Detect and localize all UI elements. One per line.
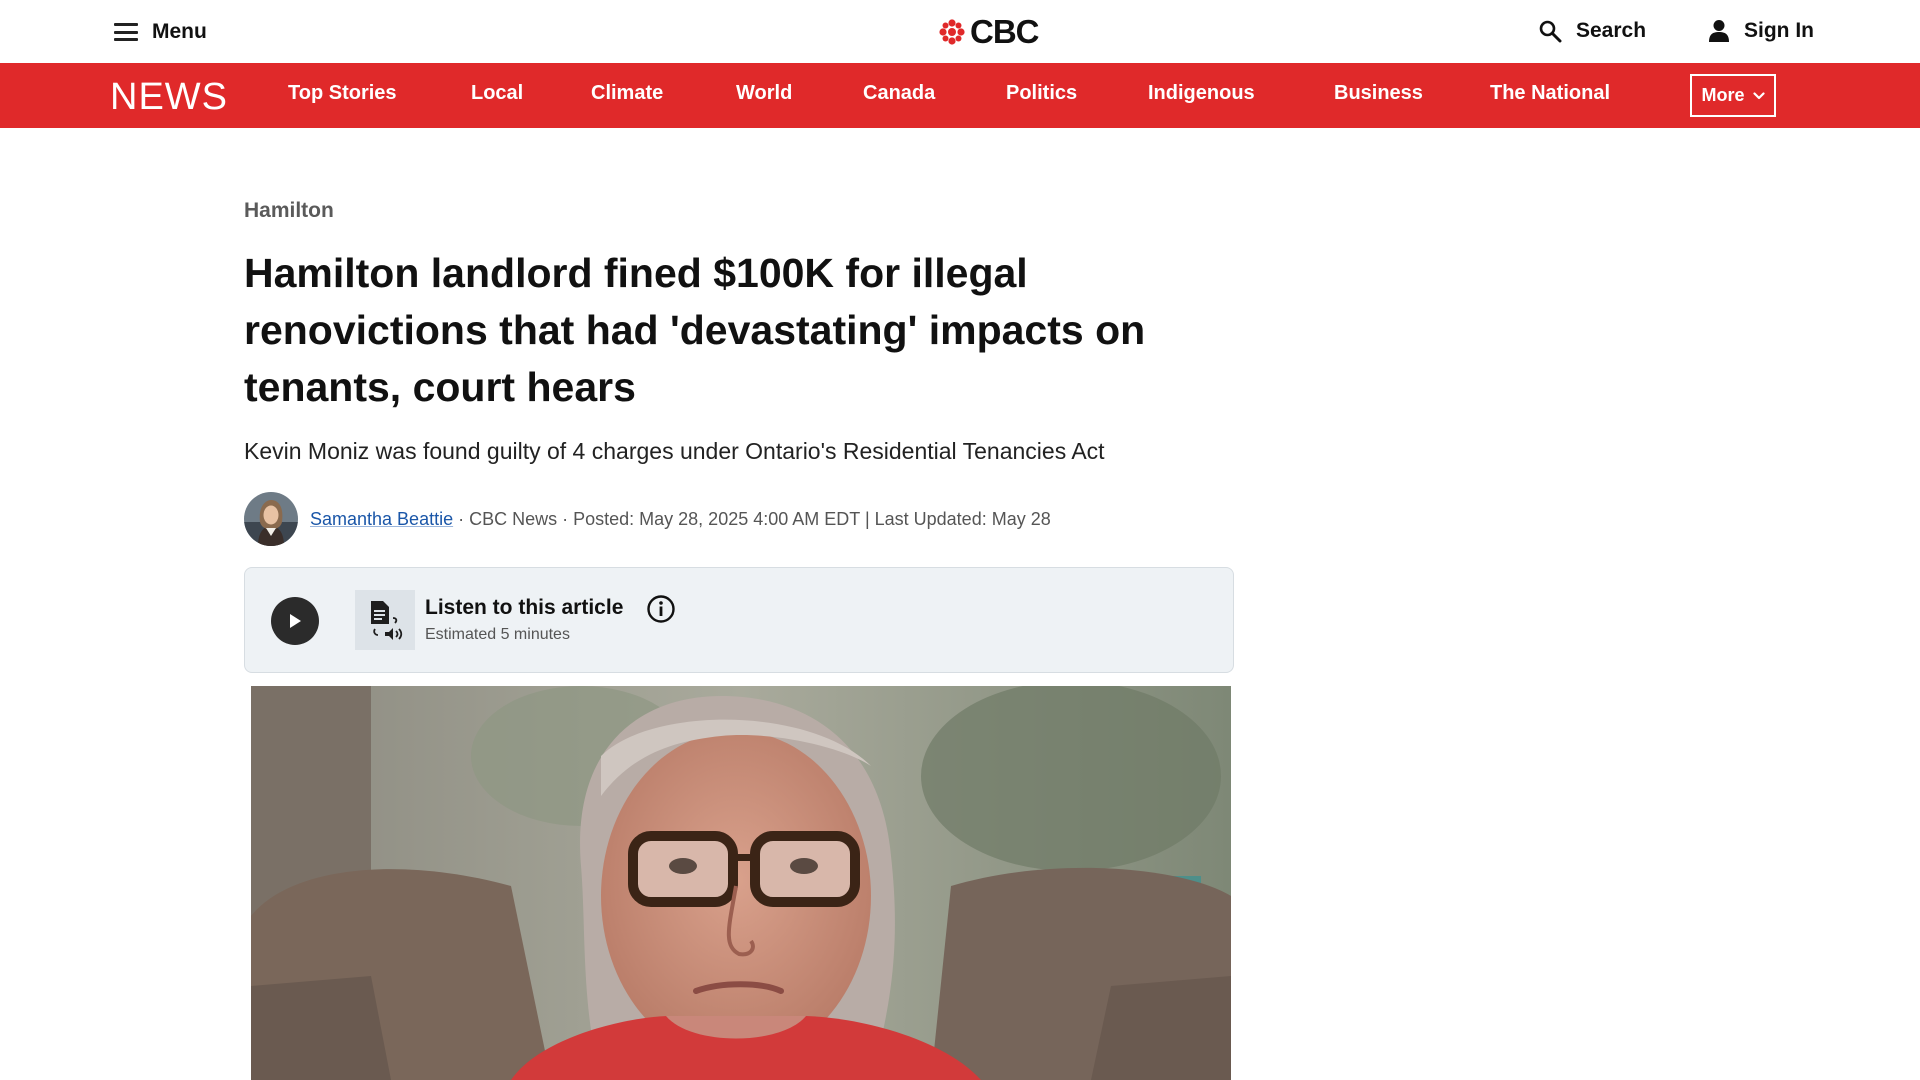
byline: Samantha Beattie · CBC News · Posted: Ma… (244, 492, 1051, 546)
search-label: Search (1576, 19, 1647, 42)
text-to-speech-icon (355, 590, 415, 650)
more-label: More (1701, 85, 1745, 105)
article-dek: Kevin Moniz was found guilty of 4 charge… (244, 438, 1105, 464)
nav-item-climate[interactable]: Climate (591, 82, 663, 105)
hamburger-icon (114, 23, 138, 41)
listen-to-article-card: Listen to this article Estimated 5 minut… (244, 567, 1234, 673)
section-link[interactable]: Hamilton (244, 199, 334, 223)
nav-item-local[interactable]: Local (471, 82, 523, 105)
cbc-gem-icon (939, 19, 965, 45)
nav-item-indigenous[interactable]: Indigenous (1148, 82, 1255, 105)
search-button[interactable]: Search (1538, 14, 1646, 48)
hero-photo[interactable] (251, 686, 1231, 1080)
play-button[interactable] (271, 597, 319, 645)
section-nav-bar: NEWS Top Stories Local Climate World Can… (0, 63, 1920, 128)
author-avatar[interactable] (244, 492, 298, 546)
info-icon[interactable] (646, 594, 676, 624)
logo-text: CBC (970, 13, 1039, 50)
menu-label: Menu (152, 20, 207, 43)
byline-meta: · CBC News · Posted: May 28, 2025 4:00 A… (453, 508, 1051, 529)
sign-in-button[interactable]: Sign In (1708, 14, 1814, 48)
nav-item-world[interactable]: World (736, 82, 792, 105)
article-headline: Hamilton landlord fined $100K for illega… (244, 250, 1146, 410)
listen-title: Listen to this article (425, 596, 624, 619)
sign-in-label: Sign In (1744, 19, 1814, 42)
menu-button[interactable]: Menu (114, 16, 207, 48)
nav-item-canada[interactable]: Canada (863, 82, 935, 105)
more-button[interactable]: More (1690, 74, 1776, 117)
search-icon (1539, 20, 1562, 43)
author-link[interactable]: Samantha Beattie (310, 509, 453, 530)
listen-duration: Estimated 5 minutes (425, 626, 570, 643)
news-brand[interactable]: NEWS (110, 76, 228, 119)
top-bar: Menu CBC Search Sign In (0, 0, 1920, 63)
nav-item-top-stories[interactable]: Top Stories (288, 82, 397, 105)
nav-item-business[interactable]: Business (1334, 82, 1423, 105)
chevron-down-icon (1752, 91, 1765, 99)
play-icon (290, 614, 301, 628)
user-icon (1709, 20, 1729, 42)
nav-item-politics[interactable]: Politics (1006, 82, 1077, 105)
cbc-logo[interactable]: CBC (938, 12, 1039, 52)
nav-item-the-national[interactable]: The National (1490, 82, 1610, 105)
